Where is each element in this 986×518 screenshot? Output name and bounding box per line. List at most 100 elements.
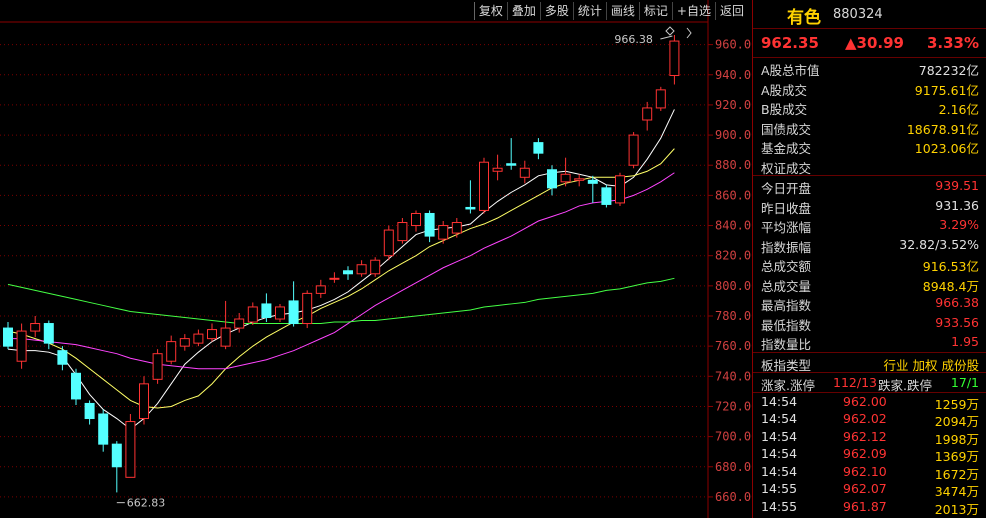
candle-body bbox=[560, 173, 571, 183]
toolbar-item[interactable]: 标记 bbox=[638, 2, 672, 20]
ma-line-3 bbox=[8, 172, 675, 370]
candle-body bbox=[451, 222, 462, 234]
candle-body bbox=[397, 222, 408, 242]
tick-price: 961.87 bbox=[843, 499, 887, 515]
index-header: 有色 880324 bbox=[753, 0, 986, 29]
candle-body bbox=[506, 163, 517, 166]
toolbar-item[interactable]: 叠加 bbox=[506, 2, 540, 20]
stat-row: 国债成交 18678.91亿 bbox=[753, 117, 986, 137]
candle-body bbox=[329, 277, 340, 280]
candle-body bbox=[125, 421, 136, 478]
tick-time: 14:54 bbox=[761, 463, 798, 479]
candle-body bbox=[383, 229, 394, 257]
candle-body bbox=[315, 285, 326, 294]
y-tick-label: 900.00 bbox=[715, 128, 752, 142]
stat-value: 32.82/3.52% bbox=[899, 236, 979, 252]
candle-body bbox=[16, 330, 27, 362]
stat-label: 总成交量 bbox=[761, 278, 812, 294]
y-tick-label: 720.00 bbox=[715, 399, 752, 413]
stat-value: 1.95 bbox=[951, 334, 979, 349]
down-label: 跌家.跌停 bbox=[878, 377, 932, 393]
stat-value: 8948.4万 bbox=[922, 278, 979, 294]
chart-toolbar: 复权 叠加 多股 统计 画线 标记 +自选 返回 bbox=[473, 2, 748, 20]
stat-row: 平均涨幅 3.29% bbox=[753, 215, 986, 235]
toolbar-item[interactable]: 多股 bbox=[539, 2, 573, 20]
stat-value: 782232亿 bbox=[918, 63, 979, 78]
y-tick-label: 860.00 bbox=[715, 188, 752, 202]
stat-value: 3.29% bbox=[939, 217, 979, 232]
stat-value: 2.16亿 bbox=[938, 102, 979, 117]
y-tick-label: 760.00 bbox=[715, 339, 752, 353]
candle-body bbox=[234, 318, 245, 329]
stat-value: 916.53亿 bbox=[922, 259, 979, 274]
up-label: 涨家.涨停 bbox=[761, 377, 815, 393]
stat-row: 基金成交 1023.06亿 bbox=[753, 136, 986, 156]
candle-body bbox=[587, 179, 598, 184]
candle-body bbox=[261, 303, 272, 319]
candle-body bbox=[343, 270, 353, 275]
tick-time: 14:54 bbox=[761, 428, 798, 444]
candle-body bbox=[179, 338, 190, 347]
stat-value: 18678.91亿 bbox=[906, 121, 979, 137]
y-tick-label: 960.00 bbox=[715, 38, 752, 52]
chevron-right-icon bbox=[686, 27, 692, 39]
candle-body bbox=[615, 175, 625, 204]
candle-body bbox=[30, 323, 41, 332]
tick-row: 14:54 962.10 1672万 bbox=[753, 463, 986, 482]
candle-body bbox=[492, 167, 503, 172]
y-tick-label: 840.00 bbox=[715, 219, 752, 233]
index-stats: 今日开盘 939.51 昨日收盘 931.36 平均涨幅 3.29% 指数振幅 32.82/3… bbox=[753, 175, 986, 352]
stat-row: 权证成交 bbox=[753, 156, 986, 176]
toolbar-item[interactable]: +自选 bbox=[671, 2, 715, 20]
toolbar-item[interactable]: 统计 bbox=[572, 2, 606, 20]
y-tick-label: 700.00 bbox=[715, 430, 752, 444]
stat-label: 昨日收盘 bbox=[761, 200, 812, 216]
candle-body bbox=[166, 341, 177, 362]
toolbar-item[interactable]: 画线 bbox=[605, 2, 639, 20]
low-annotation: 662.83 bbox=[127, 497, 166, 510]
candle-body bbox=[302, 292, 313, 325]
stat-row: 昨日收盘 931.36 bbox=[753, 196, 986, 216]
stat-row: 指数振幅 32.82/3.52% bbox=[753, 235, 986, 255]
stat-label: 指数量比 bbox=[761, 337, 812, 352]
price-quote: 962.35 ▲30.99 3.33% bbox=[753, 29, 986, 58]
current-price: 962.35 bbox=[761, 34, 819, 52]
tick-row: 14:55 962.07 3474万 bbox=[753, 480, 986, 499]
stat-label: 国债成交 bbox=[761, 121, 812, 137]
candle-body bbox=[356, 264, 367, 275]
tick-row: 14:54 962.02 2094万 bbox=[753, 410, 986, 429]
stat-label: 最高指数 bbox=[761, 298, 812, 313]
toolbar-item[interactable]: 返回 bbox=[714, 2, 748, 20]
tick-price: 962.09 bbox=[843, 446, 887, 462]
stat-value: 931.36 bbox=[935, 197, 979, 213]
tick-row: 14:54 962.09 1369万 bbox=[753, 445, 986, 464]
candlestick-chart: 660.00 680.00 700.00 720.00 740.00 760.00 780.… bbox=[0, 0, 752, 518]
candle-body bbox=[193, 333, 204, 344]
candle-body bbox=[547, 169, 557, 189]
up-value: 112/13 bbox=[833, 374, 877, 390]
tick-price: 962.07 bbox=[843, 481, 887, 497]
y-tick-label: 660.00 bbox=[715, 490, 752, 504]
stat-label: A股成交 bbox=[761, 82, 808, 98]
price-change-pct: 3.33% bbox=[926, 34, 979, 52]
candle-body bbox=[98, 413, 109, 445]
candle-body bbox=[288, 300, 299, 325]
stat-label: 基金成交 bbox=[761, 141, 812, 156]
stat-label: 指数振幅 bbox=[761, 239, 812, 255]
index-name: 有色 bbox=[787, 8, 821, 28]
index-code: 880324 bbox=[833, 7, 883, 22]
y-tick-label: 740.00 bbox=[715, 369, 752, 383]
toolbar-item[interactable]: 复权 bbox=[473, 2, 507, 20]
candle-body bbox=[628, 134, 639, 166]
candle-body bbox=[139, 383, 149, 420]
tick-price: 962.10 bbox=[843, 463, 887, 479]
ma-line-2 bbox=[7, 148, 675, 409]
tick-price: 962.02 bbox=[843, 411, 887, 427]
stat-row: 指数量比 1.95 bbox=[753, 332, 986, 352]
diamond-icon bbox=[665, 26, 675, 36]
candle-body bbox=[465, 206, 476, 210]
stat-label: A股总市值 bbox=[761, 63, 820, 78]
high-annotation: 966.38 bbox=[614, 33, 653, 46]
candle-body bbox=[438, 225, 449, 240]
ma-line-1 bbox=[7, 109, 675, 430]
